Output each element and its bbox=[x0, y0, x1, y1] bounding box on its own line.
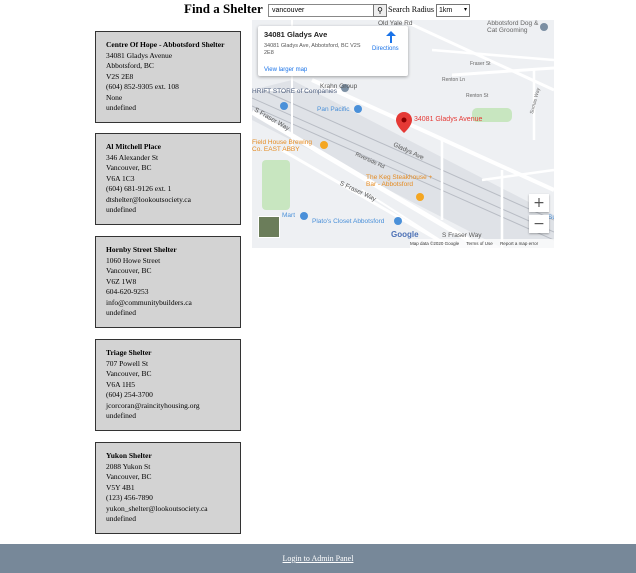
map-pin-label: 34081 Gladys Avenue bbox=[414, 116, 483, 123]
shelter-street: 2088 Yukon St bbox=[106, 461, 151, 471]
shelter-name: Hornby Street Shelter bbox=[106, 245, 177, 254]
map-label: Renton Ln bbox=[442, 77, 466, 83]
shelter-extra: undefined bbox=[106, 411, 136, 420]
shelter-city: Vancouver, BC bbox=[106, 266, 152, 275]
shelter-extra: undefined bbox=[106, 308, 136, 317]
shelter-phone: (604) 254-3700 bbox=[106, 390, 153, 399]
map-label: Mart bbox=[282, 212, 295, 219]
map-label: Renton St bbox=[466, 93, 489, 99]
google-logo: Google bbox=[391, 230, 419, 239]
directions-link[interactable]: Directions bbox=[372, 46, 399, 52]
shelter-street: 346 Alexander St bbox=[106, 152, 159, 162]
search-radius-select[interactable]: 1km ▾ bbox=[436, 4, 470, 17]
shelter-name: Al Mitchell Place bbox=[106, 142, 161, 151]
shelter-card: Triage Shelter 707 Powell St Vancouver, … bbox=[95, 339, 241, 431]
shelter-email: None bbox=[106, 92, 123, 102]
shelter-postal: V5Y 4B1 bbox=[106, 482, 135, 492]
shelter-name: Yukon Shelter bbox=[106, 451, 152, 460]
map-data-credit: Map data ©2020 Google bbox=[410, 241, 460, 246]
shelter-postal: V2S 2E8 bbox=[106, 71, 134, 81]
map-label: The Keg Steakhouse + Bar - Abbotsford bbox=[366, 174, 433, 188]
shelter-city: Abbotsford, BC bbox=[106, 61, 154, 70]
view-larger-map-link[interactable]: View larger map bbox=[264, 67, 307, 73]
map-label: Krahn Group bbox=[320, 83, 358, 90]
shelter-postal: V6A 1C3 bbox=[106, 173, 135, 183]
map-label: S Fraser Way bbox=[442, 232, 482, 239]
shelter-card: Al Mitchell Place 346 Alexander St Vanco… bbox=[95, 133, 241, 225]
chevron-down-icon: ▾ bbox=[463, 7, 467, 13]
page-footer: Login to Admin Panel bbox=[0, 544, 636, 573]
shelter-phone: (604) 852-9305 ext. 108 bbox=[106, 82, 179, 91]
shelter-postal: V6Z 1W8 bbox=[106, 276, 137, 286]
map-info-card: 34081 Gladys Ave 34081 Gladys Ave, Abbot… bbox=[258, 26, 408, 76]
shelter-email: info@communitybuilders.ca bbox=[106, 297, 192, 307]
search-radius-label: Search Radius bbox=[388, 5, 434, 14]
radius-selected-value: 1km bbox=[439, 7, 453, 14]
map-embed[interactable]: Old Yale Rd Abbotsford Dog & Cat Groomin… bbox=[252, 20, 554, 248]
search-button[interactable]: ⚲ bbox=[373, 4, 387, 17]
shelter-city: Vancouver, BC bbox=[106, 369, 152, 378]
admin-login-link[interactable]: Login to Admin Panel bbox=[283, 554, 354, 563]
map-footer: Map data ©2020 Google Terms of Use Repor… bbox=[410, 239, 554, 248]
search-icon: ⚲ bbox=[377, 6, 383, 15]
shelter-extra: undefined bbox=[106, 205, 136, 214]
info-card-address: 34081 Gladys Ave, Abbotsford, BC V2S 2E8 bbox=[264, 43, 361, 56]
shelter-email: yukon_shelter@lookoutsociety.ca bbox=[106, 503, 208, 513]
shelter-email: dtshelter@lookoutsociety.ca bbox=[106, 194, 191, 204]
info-card-title: 34081 Gladys Ave bbox=[264, 30, 328, 39]
map-label: Pan Pacific bbox=[317, 106, 350, 113]
shelter-city: Vancouver, BC bbox=[106, 472, 152, 481]
map-label: Fraser St bbox=[470, 61, 491, 67]
map-label: Field House Brewing Co. EAST ABBY bbox=[252, 139, 312, 153]
shelter-card: Centre Of Hope - Abbotsford Shelter 3408… bbox=[95, 31, 241, 123]
shelter-card: Yukon Shelter 2088 Yukon St Vancouver, B… bbox=[95, 442, 241, 534]
header: Find a Shelter vancouver ⚲ Search Radius… bbox=[0, 0, 636, 22]
shelter-street: 34081 Gladys Avenue bbox=[106, 50, 173, 60]
shelter-name: Triage Shelter bbox=[106, 348, 152, 357]
map-label: Abbotsford Dog & Cat Grooming bbox=[487, 20, 539, 34]
zoom-in-button[interactable]: + bbox=[529, 194, 549, 212]
map-label: Plato's Closet Abbotsford bbox=[312, 218, 385, 225]
shelter-phone: 604-620-9253 bbox=[106, 287, 149, 296]
satellite-toggle[interactable] bbox=[258, 216, 280, 238]
terms-of-use-link[interactable]: Terms of Use bbox=[466, 241, 493, 246]
shelter-card: Hornby Street Shelter 1060 Howe Street V… bbox=[95, 236, 241, 328]
shelter-city: Vancouver, BC bbox=[106, 163, 152, 172]
shelter-name: Centre Of Hope - Abbotsford Shelter bbox=[106, 40, 225, 49]
page-title: Find a Shelter bbox=[184, 1, 263, 16]
shelter-extra: undefined bbox=[106, 514, 136, 523]
report-map-error-link[interactable]: Report a map error bbox=[500, 241, 538, 246]
shelter-phone: (604) 681-9126 ext. 1 bbox=[106, 184, 172, 193]
shelter-postal: V6A 1H5 bbox=[106, 379, 135, 389]
shelter-street: 1060 Howe Street bbox=[106, 255, 161, 265]
shelter-phone: (123) 456-7890 bbox=[106, 493, 153, 502]
shelter-extra: undefined bbox=[106, 103, 136, 112]
shelter-street: 707 Powell St bbox=[106, 358, 149, 368]
shelter-email: jcorcoran@raincityhousing.org bbox=[106, 400, 200, 410]
zoom-out-button[interactable]: − bbox=[529, 215, 549, 233]
search-input[interactable]: vancouver bbox=[268, 4, 376, 17]
